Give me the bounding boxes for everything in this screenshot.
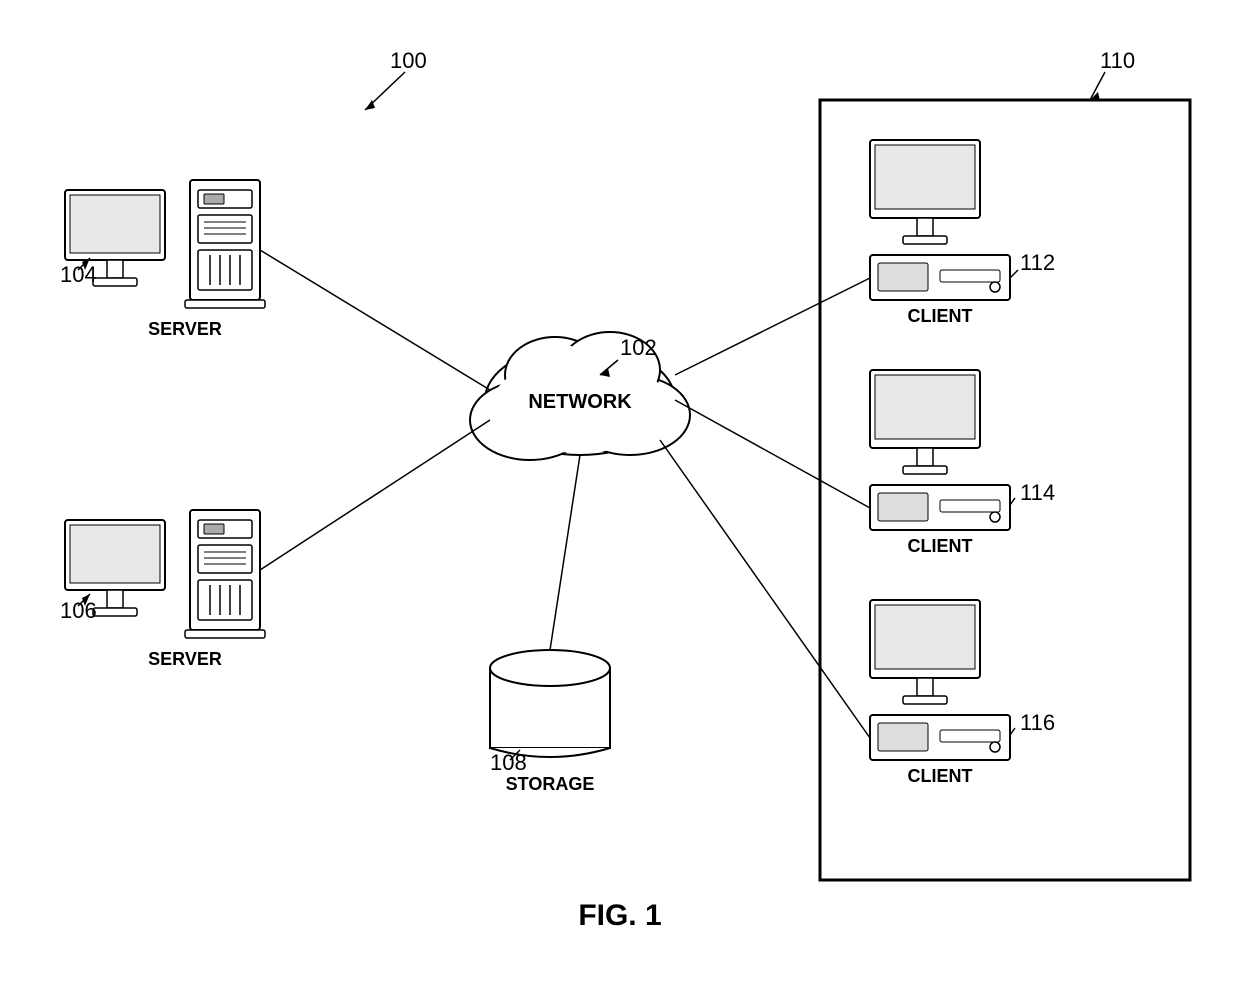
ref-114-label: 114 bbox=[1020, 480, 1055, 505]
client1-label: CLIENT bbox=[908, 306, 973, 326]
network-label: NETWORK bbox=[528, 391, 632, 413]
network-cloud: NETWORK bbox=[470, 332, 690, 460]
storage-label: STORAGE bbox=[506, 774, 595, 794]
server1-label: SERVER bbox=[148, 319, 222, 339]
server2-label: SERVER bbox=[148, 649, 222, 669]
server2-group bbox=[185, 510, 265, 638]
client2-label: CLIENT bbox=[908, 536, 973, 556]
storage-group bbox=[490, 650, 610, 757]
diagram-svg: 100 110 NETWORK bbox=[0, 0, 1240, 995]
client3-desktop bbox=[870, 715, 1010, 760]
diagram-container: 100 110 NETWORK bbox=[0, 0, 1240, 995]
client3-monitor bbox=[870, 600, 980, 704]
server1-to-network bbox=[260, 250, 490, 390]
ref-108-label: 108 bbox=[490, 750, 527, 775]
ref-100-label: 100 bbox=[390, 48, 427, 73]
ref-106-label: 106 bbox=[60, 598, 97, 623]
ref-104-label: 104 bbox=[60, 262, 97, 287]
network-to-client1 bbox=[675, 278, 870, 375]
client1-desktop bbox=[870, 255, 1010, 300]
client2-desktop bbox=[870, 485, 1010, 530]
client2-monitor bbox=[870, 370, 980, 474]
server2-to-network bbox=[260, 420, 490, 570]
ref-110-label: 110 bbox=[1100, 48, 1135, 73]
ref-102-label: 102 bbox=[620, 335, 657, 360]
network-to-client2 bbox=[675, 400, 870, 508]
client3-label: CLIENT bbox=[908, 766, 973, 786]
client1-monitor bbox=[870, 140, 980, 244]
network-to-storage bbox=[550, 455, 580, 650]
fig-label: FIG. 1 bbox=[578, 899, 661, 932]
server1-group bbox=[185, 180, 265, 308]
network-to-client3 bbox=[660, 440, 870, 738]
ref-116-label: 116 bbox=[1020, 710, 1055, 735]
ref-112-label: 112 bbox=[1020, 250, 1055, 275]
